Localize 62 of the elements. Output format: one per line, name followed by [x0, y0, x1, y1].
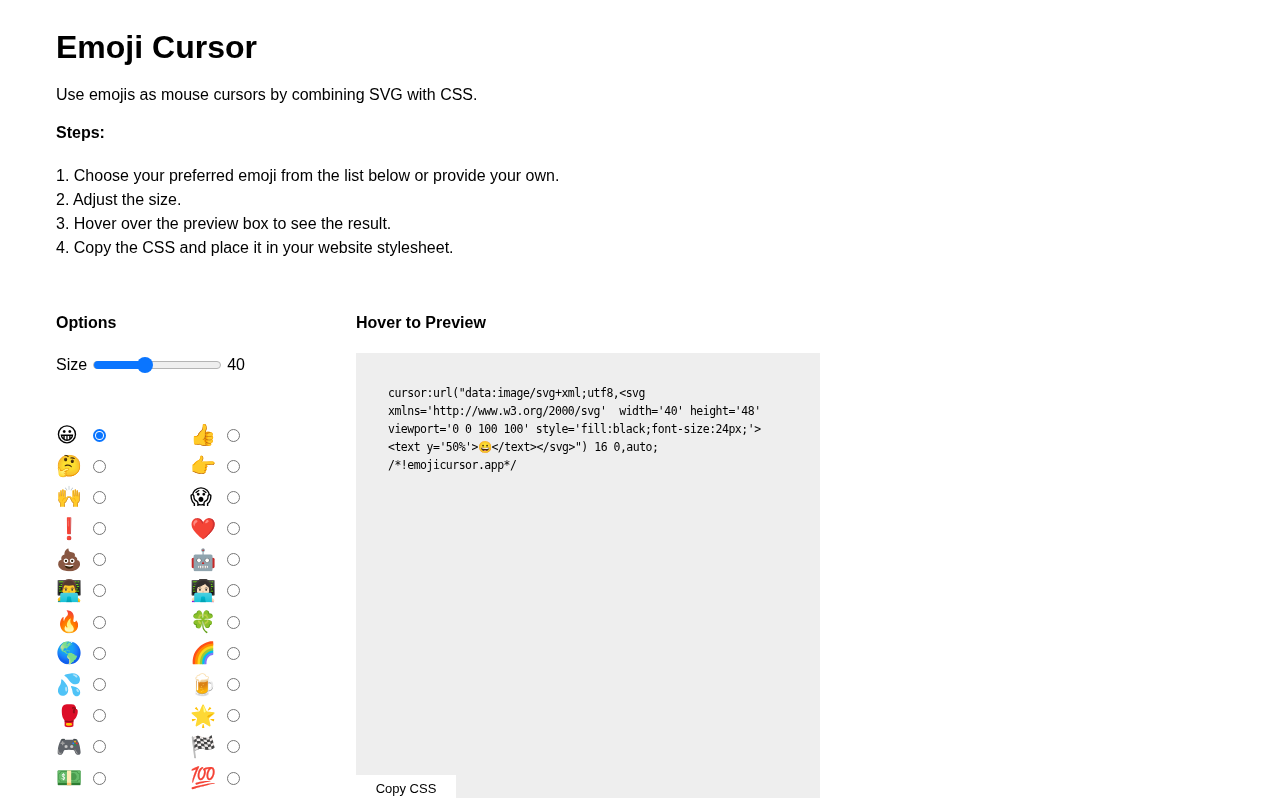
radio-button[interactable]: [227, 553, 240, 567]
radio-button[interactable]: [227, 709, 240, 723]
emoji-option: 🍀: [190, 610, 227, 635]
steps-heading: Steps:: [56, 124, 106, 142]
emoji-option: 👨‍💻: [56, 578, 93, 603]
radio-button[interactable]: [227, 740, 240, 754]
size-value: 40: [227, 356, 245, 374]
radio-button[interactable]: [93, 615, 106, 629]
radio-button[interactable]: [93, 553, 106, 567]
emoji-option: 🤔: [56, 454, 93, 479]
emoji-option: 💦: [56, 672, 93, 697]
step-text: 1. Choose your preferred emoji from the list below or provide your own.: [56, 166, 561, 186]
emoji-option: 👍: [190, 423, 227, 447]
radio-button[interactable]: [227, 584, 240, 598]
step-text: 2. Adjust the size.: [56, 190, 183, 210]
radio-button[interactable]: [227, 771, 240, 785]
radio-button[interactable]: [93, 646, 106, 660]
radio-button[interactable]: [227, 678, 240, 691]
emoji-option: 😀: [56, 423, 93, 447]
radio-button[interactable]: [93, 459, 106, 473]
radio-button[interactable]: [93, 678, 106, 691]
emoji-option: 🔥: [56, 610, 93, 635]
radio-button[interactable]: [93, 740, 106, 754]
radio-button[interactable]: [227, 522, 240, 536]
emoji-option: 🌈: [190, 641, 227, 666]
emoji-option: ❤: [190, 516, 227, 541]
emoji-option: 💩: [56, 547, 93, 572]
emoji-option: 💯: [190, 766, 227, 791]
slider-thumb[interactable]: [136, 357, 153, 373]
emoji-option: 👉: [190, 454, 227, 479]
emoji-option: 🥊: [56, 703, 93, 728]
emoji-option: 🏁: [190, 734, 227, 759]
intro-text: Use emojis as mouse cursors by combining SVG with CSS.: [56, 86, 479, 104]
page-title: Emoji Cursor: [56, 28, 258, 66]
radio-button[interactable]: [93, 522, 106, 536]
radio-button[interactable]: [93, 428, 106, 442]
radio-button[interactable]: [227, 490, 240, 504]
emoji-option: 👩🏻‍💻: [190, 578, 227, 603]
emoji-option: 😱: [190, 485, 227, 510]
emoji-option: 💵: [56, 766, 93, 791]
css-code: cursor:url("data:image/svg+xml;utf8,<svg xmlns='http://www.w3.org/2000/svg' width='40' height='48' viewport='0 0 100 100' style='fill:black;font-size:24px;'> <text y='50%'>😀</text></svg>") 16 0,auto; /*!emojicursor.app*/: [387, 385, 762, 474]
emoji-option: 🙌: [56, 485, 93, 510]
preview-heading: Hover to Preview: [356, 314, 487, 332]
emoji-option: 🌟: [190, 703, 227, 728]
emoji-option: 🤖: [190, 547, 227, 572]
radio-button[interactable]: [227, 428, 240, 442]
step-text: 3. Hover over the preview box to see the result.: [56, 214, 393, 234]
options-heading: Options: [56, 314, 118, 332]
emoji-option: 🍺: [190, 672, 227, 697]
radio-button[interactable]: [93, 771, 106, 785]
emoji-option: ❗: [56, 516, 93, 541]
emoji-option: 🌎: [56, 641, 93, 666]
radio-button[interactable]: [227, 646, 240, 660]
emoji-option: 🎮: [56, 734, 93, 759]
radio-button[interactable]: [93, 709, 106, 723]
radio-button[interactable]: [93, 584, 106, 598]
step-text: 4. Copy the CSS and place it in your website stylesheet.: [56, 238, 455, 258]
radio-button[interactable]: [227, 615, 240, 629]
radio-button[interactable]: [227, 459, 240, 473]
size-label: Size: [56, 356, 88, 374]
copy-css-button[interactable]: Copy CSS: [356, 775, 456, 798]
radio-button[interactable]: [93, 490, 106, 504]
